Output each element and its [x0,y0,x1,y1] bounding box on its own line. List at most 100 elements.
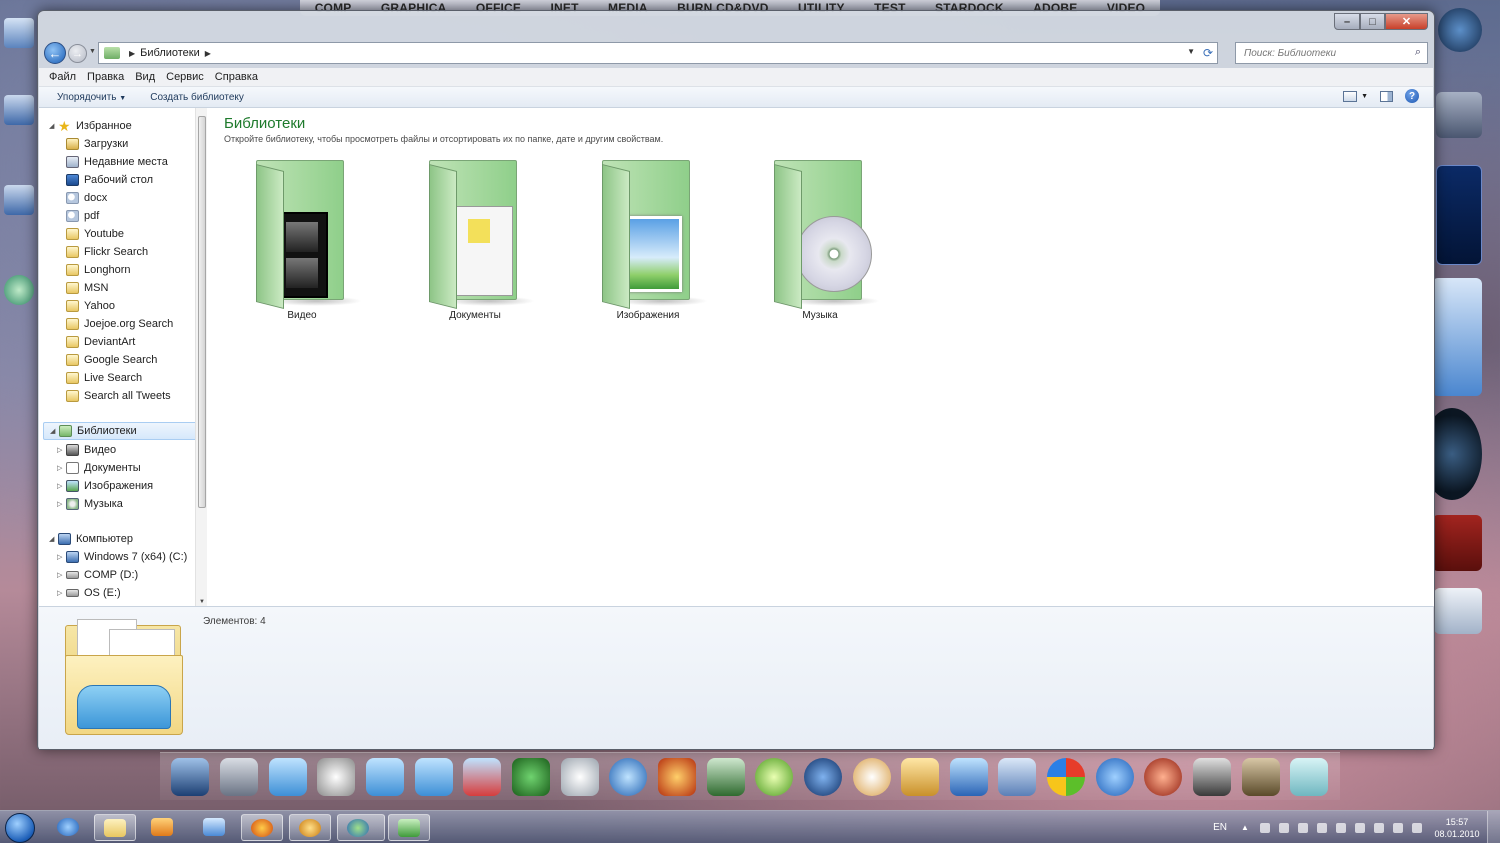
folder-icon[interactable] [268,757,307,796]
mail-icon[interactable] [998,757,1037,796]
organize-button[interactable]: Упорядочить ▼ [57,92,126,103]
address-dropdown-icon[interactable]: ▼ [1187,47,1195,56]
breadcrumb-separator-icon[interactable]: ▶ [129,49,135,58]
expand-arrow-icon[interactable]: ▷ [57,553,66,561]
scroll-down-arrow-icon[interactable]: ▼ [199,599,205,605]
collapse-arrow-icon[interactable]: ◢ [50,427,59,435]
tool-icon[interactable] [706,757,745,796]
windows-icon[interactable] [1047,757,1086,796]
menu-file[interactable]: Файл [49,71,76,83]
tree-item-longhorn[interactable]: Longhorn [66,261,131,279]
folder-icon[interactable] [365,757,404,796]
tree-item-pdf[interactable]: pdf [66,207,99,225]
expand-arrow-icon[interactable]: ▷ [57,589,66,597]
tree-item-docx[interactable]: docx [66,189,107,207]
forward-button[interactable]: → [68,44,87,63]
internet-explorer-icon[interactable] [1095,757,1134,796]
tree-library-music[interactable]: ▷ Музыка [57,495,123,513]
tray-app-icon[interactable] [1279,822,1289,833]
expand-arrow-icon[interactable]: ▷ [57,571,66,579]
expand-arrow-icon[interactable]: ▷ [57,500,66,508]
library-video[interactable]: Видео [232,156,372,321]
library-documents[interactable]: Документы [405,156,545,321]
show-desktop-button[interactable] [1487,811,1500,843]
desktop-icon-trillian[interactable] [4,275,38,305]
maximize-button[interactable]: □ [1360,13,1385,30]
tree-item-desktop[interactable]: Рабочий стол [66,171,153,189]
calculator-icon[interactable] [219,757,258,796]
fire-icon[interactable] [657,757,696,796]
monitor-icon[interactable] [171,757,210,796]
tree-item-google[interactable]: Google Search [66,351,157,369]
tree-drive-e[interactable]: ▷ OS (E:) [57,584,121,602]
folder-icon[interactable] [414,757,453,796]
refresh-icon[interactable]: ⟳ [1203,46,1213,60]
menu-tools[interactable]: Сервис [166,71,204,83]
tree-library-documents[interactable]: ▷ Документы [57,459,141,477]
tree-library-video[interactable]: ▷ Видео [57,441,116,459]
recycle-bin-icon[interactable] [1290,757,1329,796]
breadcrumb-libraries[interactable]: Библиотеки [140,47,200,59]
new-library-button[interactable]: Создать библиотеку [150,92,244,103]
tree-item-downloads[interactable]: Загрузки [66,135,128,153]
change-view-icon[interactable] [1343,90,1358,102]
taskbar-recycle[interactable] [388,814,430,841]
start-button[interactable] [5,813,35,843]
collapse-arrow-icon[interactable]: ◢ [49,535,58,543]
close-button[interactable]: ✕ [1385,13,1428,30]
clock[interactable]: 15:57 08.01.2010 [1431,816,1483,840]
help-icon[interactable]: ? [1405,89,1419,103]
system-tools-icon[interactable] [803,757,842,796]
expand-arrow-icon[interactable]: ▷ [57,446,66,454]
taskbar-globe[interactable] [337,814,385,841]
tree-item-tweets[interactable]: Search all Tweets [66,387,171,405]
media-icon[interactable] [1144,757,1183,796]
tree-library-pictures[interactable]: ▷ Изображения [57,477,153,495]
taskbar-app[interactable] [194,814,236,841]
library-pictures[interactable]: Изображения [578,156,718,321]
folder-icon[interactable] [463,757,502,796]
menu-edit[interactable]: Правка [87,71,124,83]
search-input[interactable] [1244,47,1404,59]
menu-help[interactable]: Справка [215,71,258,83]
taskbar-ie[interactable] [48,814,90,841]
cd-burner-icon[interactable] [852,757,891,796]
disc-drive-icon[interactable] [560,757,599,796]
taskbar-media-player[interactable] [142,814,184,841]
tree-item-joejoe[interactable]: Joejoe.org Search [66,315,173,333]
tree-item-youtube[interactable]: Youtube [66,225,124,243]
tree-item-yahoo[interactable]: Yahoo [66,297,115,315]
show-hidden-icons-icon[interactable]: ▲ [1241,823,1251,833]
taskbar-explorer[interactable] [94,814,136,841]
view-dropdown-icon[interactable]: ▼ [1361,93,1368,100]
tree-item-recent[interactable]: Недавние места [66,153,168,171]
search-icon[interactable]: ⌕ [1415,46,1421,59]
tree-item-flickr[interactable]: Flickr Search [66,243,148,261]
tree-item-deviantart[interactable]: DeviantArt [66,333,135,351]
frame-icon[interactable] [901,757,940,796]
flag-icon[interactable] [1393,822,1403,833]
save-icon[interactable] [1193,757,1232,796]
safari-icon[interactable] [609,757,648,796]
taskbar-firefox[interactable] [241,814,283,841]
breadcrumb-chevron-icon[interactable]: ▶ [205,49,211,58]
stamp-icon[interactable] [1241,757,1280,796]
collapse-arrow-icon[interactable]: ◢ [49,122,58,130]
taskbar-aimp[interactable] [289,814,331,841]
scrollbar-thumb[interactable] [198,116,206,508]
language-indicator[interactable]: EN [1213,822,1227,833]
tray-app-icon[interactable] [1355,822,1365,833]
expand-arrow-icon[interactable]: ▷ [57,482,66,490]
history-dropdown-icon[interactable]: ▼ [89,48,96,55]
library-music[interactable]: Музыка [750,156,890,321]
tree-drive-d[interactable]: ▷ COMP (D:) [57,566,138,584]
desktop-icon-vmware-2[interactable] [4,185,38,215]
back-button[interactable]: ← [44,42,66,64]
clock-icon[interactable] [317,757,356,796]
desktop-icon-vmware-1[interactable] [4,95,38,125]
network-icon[interactable] [949,757,988,796]
desktop-icon-computer[interactable] [4,18,38,48]
tree-item-msn[interactable]: MSN [66,279,108,297]
volume-icon[interactable] [1374,822,1384,833]
tray-app-icon[interactable] [1317,822,1327,833]
